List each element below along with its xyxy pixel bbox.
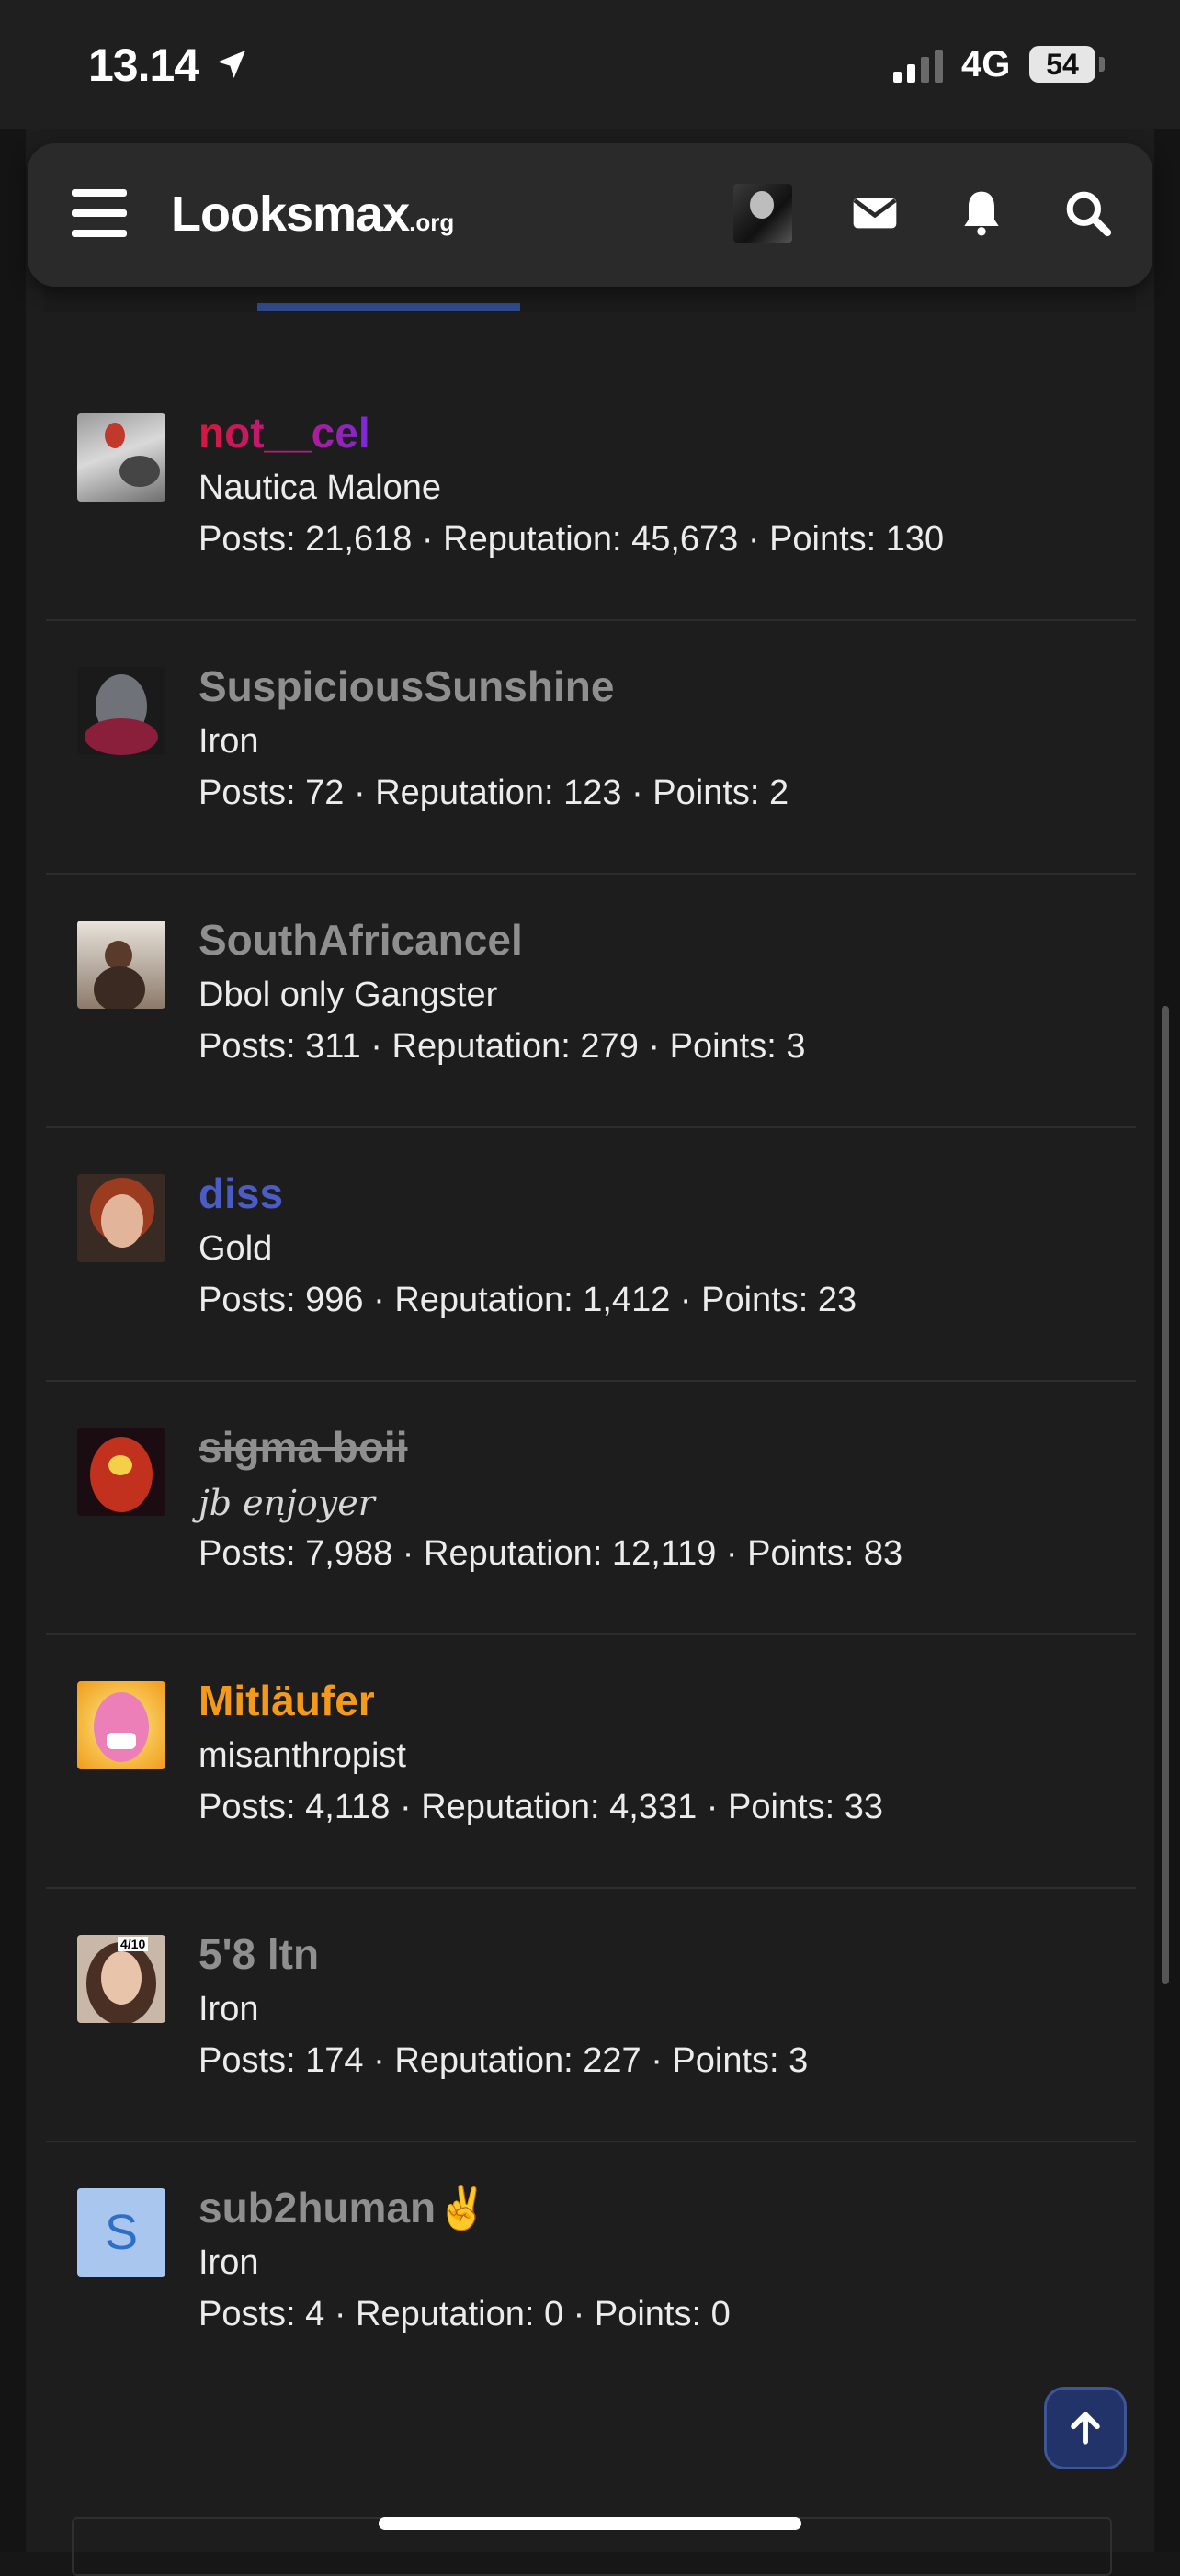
member-name[interactable]: 5'8 ltn	[199, 1929, 319, 1979]
member-avatar[interactable]	[77, 921, 165, 1009]
battery-indicator: 54	[1029, 46, 1095, 83]
bell-icon[interactable]	[956, 187, 1007, 239]
member-row[interactable]: S sub2human✌️ Iron Posts: 4 · Reputation…	[46, 2142, 1136, 2396]
home-indicator[interactable]	[379, 2517, 801, 2530]
menu-icon[interactable]	[72, 189, 127, 241]
member-avatar[interactable]	[77, 1681, 165, 1769]
member-name[interactable]: SouthAfricancel	[199, 915, 523, 965]
member-stats: Posts: 996 · Reputation: 1,412 · Points:…	[199, 1281, 857, 1319]
member-stats: Posts: 174 · Reputation: 227 · Points: 3	[199, 2041, 809, 2080]
member-title: Nautica Malone	[199, 469, 442, 507]
member-title: Iron	[199, 722, 259, 761]
member-title: Dbol only Gangster	[199, 976, 498, 1014]
mail-icon[interactable]	[849, 187, 901, 239]
member-avatar[interactable]	[77, 1428, 165, 1516]
member-title: Iron	[199, 2243, 259, 2282]
member-stats: Posts: 21,618 · Reputation: 45,673 · Poi…	[199, 520, 945, 559]
member-title: Gold	[199, 1229, 273, 1268]
member-name[interactable]: diss	[199, 1169, 283, 1218]
member-stats: Posts: 4 · Reputation: 0 · Points: 0	[199, 2295, 731, 2333]
status-bar: 13.14 4G 54	[0, 0, 1180, 129]
avatar-badge: 4/10	[118, 1937, 149, 1951]
search-icon[interactable]	[1062, 187, 1114, 239]
member-title: misanthropist	[199, 1736, 406, 1775]
tab-strip	[44, 287, 1136, 312]
scrollbar[interactable]	[1162, 1006, 1169, 1984]
user-avatar[interactable]	[733, 184, 792, 243]
network-type: 4G	[961, 44, 1011, 85]
location-arrow-icon	[218, 51, 245, 78]
member-row[interactable]: SuspiciousSunshine Iron Posts: 72 · Repu…	[46, 621, 1136, 875]
member-title: Iron	[199, 1990, 259, 2028]
member-row[interactable]: 4/10 5'8 ltn Iron Posts: 174 · Reputatio…	[46, 1889, 1136, 2142]
member-list: not__cel Nautica Malone Posts: 21,618 · …	[46, 367, 1136, 2396]
status-time: 13.14	[88, 40, 199, 91]
active-tab-indicator	[257, 303, 520, 311]
member-stats: Posts: 4,118 · Reputation: 4,331 · Point…	[199, 1788, 883, 1826]
member-row[interactable]: sigma boii jb enjoyer Posts: 7,988 · Rep…	[46, 1382, 1136, 1635]
member-name[interactable]: SuspiciousSunshine	[199, 661, 614, 711]
member-row[interactable]: diss Gold Posts: 996 · Reputation: 1,412…	[46, 1128, 1136, 1382]
member-row[interactable]: SouthAfricancel Dbol only Gangster Posts…	[46, 875, 1136, 1128]
member-avatar[interactable]	[77, 1174, 165, 1262]
cell-signal-icon	[893, 50, 943, 83]
battery-tip	[1099, 57, 1105, 72]
member-row[interactable]: Mitläufer misanthropist Posts: 4,118 · R…	[46, 1635, 1136, 1889]
member-avatar[interactable]	[77, 413, 165, 502]
member-stats: Posts: 311 · Reputation: 279 · Points: 3	[199, 1027, 806, 1066]
member-avatar[interactable]: S	[77, 2188, 165, 2277]
member-stats: Posts: 7,988 · Reputation: 12,119 · Poin…	[199, 1534, 903, 1573]
member-avatar[interactable]: 4/10	[77, 1935, 165, 2023]
member-name[interactable]: sub2human✌️	[199, 2183, 488, 2233]
member-title: jb enjoyer	[199, 1483, 375, 1523]
member-row[interactable]: not__cel Nautica Malone Posts: 21,618 · …	[46, 367, 1136, 621]
scroll-to-top-button[interactable]	[1044, 2387, 1127, 2469]
member-name[interactable]: not__cel	[199, 408, 370, 458]
logo-tld: .org	[409, 209, 455, 236]
member-name[interactable]: sigma boii	[199, 1422, 407, 1472]
logo-text: Looksmax	[171, 186, 410, 242]
member-name[interactable]: Mitläufer	[199, 1676, 375, 1725]
site-logo[interactable]: Looksmax.org	[171, 186, 454, 243]
member-avatar[interactable]	[77, 667, 165, 755]
arrow-up-icon	[1071, 2412, 1100, 2445]
member-stats: Posts: 72 · Reputation: 123 · Points: 2	[199, 774, 789, 812]
page-margin-left	[0, 129, 26, 2552]
site-navbar: Looksmax.org	[28, 143, 1152, 287]
